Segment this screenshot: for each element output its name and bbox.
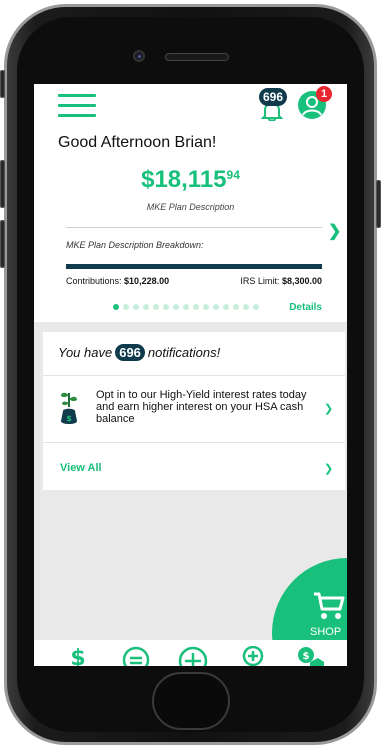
user-avatar-icon[interactable]: 1 — [296, 86, 332, 120]
pager-dot[interactable] — [253, 304, 259, 310]
pager-dot[interactable] — [223, 304, 229, 310]
irs-limit-label: IRS Limit: — [240, 276, 280, 286]
notifications-suffix: notifications! — [147, 345, 221, 360]
plan-description: MKE Plan Description — [146, 202, 235, 212]
details-link[interactable]: Details — [289, 302, 322, 313]
contributions-value: $10,228.00 — [124, 276, 170, 286]
pager-dot[interactable] — [113, 304, 119, 310]
chevron-right-icon[interactable]: ❯ — [324, 402, 333, 415]
money-plant-icon: $ — [58, 387, 80, 432]
pager-dot[interactable] — [233, 304, 239, 310]
notifications-count-badge: 696 — [115, 344, 145, 361]
notifications-header: You have 696 notifications! — [58, 344, 220, 361]
shop-label: SHOP — [310, 626, 342, 638]
greeting-text: Good Afternoon Brian! — [58, 134, 217, 151]
irs-limit-value: $8,300.00 — [281, 276, 322, 286]
pager-dot[interactable] — [213, 304, 219, 310]
divider — [66, 227, 322, 228]
chevron-right-icon[interactable]: ❯ — [324, 462, 333, 475]
contributions-text: Contributions: $10,228.00 — [66, 276, 169, 286]
volume-up-button — [0, 160, 5, 208]
pager-dot[interactable] — [183, 304, 189, 310]
pager-dot[interactable] — [143, 304, 149, 310]
pager-dot[interactable] — [153, 304, 159, 310]
money-hand-icon[interactable]: $ — [296, 646, 326, 666]
shopping-cart-icon[interactable] — [313, 591, 345, 626]
minus-circle-icon[interactable] — [122, 646, 150, 666]
pager-dot[interactable] — [173, 304, 179, 310]
power-button — [376, 180, 381, 228]
dollar-icon[interactable]: $ — [68, 646, 88, 666]
view-all-link[interactable]: View All — [60, 462, 102, 474]
balance-dollars: $18,115 — [141, 166, 227, 193]
earpiece-speaker — [165, 53, 229, 61]
notifications-prefix: You have — [58, 345, 113, 360]
svg-text:$: $ — [66, 414, 72, 423]
mute-switch — [0, 70, 5, 98]
balance-amount: $18,11594 — [34, 166, 347, 194]
irs-limit-text: IRS Limit: $8,300.00 — [240, 276, 322, 286]
next-chevron-icon[interactable]: ❯ — [328, 221, 341, 241]
pager-dot[interactable] — [243, 304, 249, 310]
avatar-badge: 1 — [316, 86, 332, 102]
pager-dot[interactable] — [133, 304, 139, 310]
pager-dot[interactable] — [193, 304, 199, 310]
home-button[interactable] — [152, 672, 230, 730]
app-screen: 696 1 Good Afternoon Brian! $18,11594 MK… — [34, 84, 347, 666]
volume-down-button — [0, 220, 5, 268]
progress-fill — [66, 264, 322, 269]
contribution-progress-bar — [66, 264, 322, 269]
bell-count-badge: 696 — [259, 88, 288, 106]
pager-dot[interactable] — [163, 304, 169, 310]
contributions-label: Contributions: — [66, 276, 122, 286]
plus-circle-small-icon[interactable] — [242, 645, 264, 666]
svg-text:$: $ — [70, 646, 85, 666]
hamburger-icon[interactable] — [58, 94, 96, 118]
balance-cents: 94 — [226, 168, 240, 182]
svg-text:$: $ — [303, 651, 310, 662]
divider — [43, 442, 345, 443]
breakdown-title: MKE Plan Description Breakdown: — [66, 240, 204, 250]
front-camera — [133, 50, 145, 62]
carousel-pager[interactable] — [113, 304, 263, 310]
bell-icon[interactable]: 696 — [256, 88, 292, 122]
pager-dot[interactable] — [123, 304, 129, 310]
pager-dot[interactable] — [203, 304, 209, 310]
notification-text: Opt in to our High-Yield interest rates … — [96, 389, 307, 425]
plus-circle-icon[interactable] — [178, 646, 208, 666]
